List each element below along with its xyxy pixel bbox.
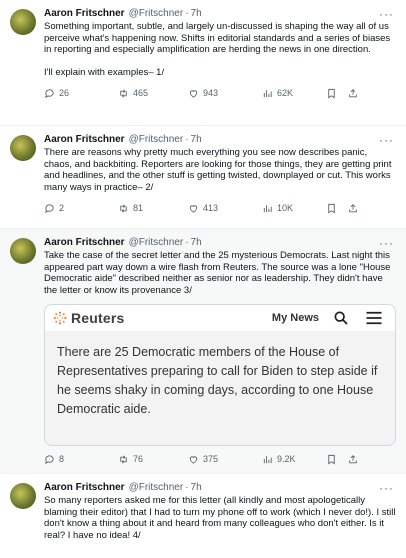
separator-dot: ·: [185, 8, 189, 19]
share-button[interactable]: [348, 88, 362, 99]
reply-count: 26: [59, 88, 70, 99]
timestamp[interactable]: 7h: [191, 8, 202, 20]
views-button[interactable]: 9.2K: [262, 454, 326, 465]
avatar[interactable]: [10, 483, 36, 509]
tweet-text: Something important, subtle, and largely…: [44, 21, 396, 78]
heart-icon: [189, 456, 198, 464]
share-icon: [349, 455, 357, 464]
like-button[interactable]: 413: [188, 203, 262, 214]
reuters-article-excerpt: There are 25 Democratic members of the H…: [57, 345, 378, 417]
tweet-paragraph: Take the case of the secret letter and t…: [44, 250, 391, 296]
tweet-1[interactable]: Aaron Fritschner @Fritschner · 7h ··· So…: [0, 0, 406, 126]
reply-button[interactable]: 26: [44, 88, 118, 99]
reply-button[interactable]: 8: [44, 454, 118, 465]
repost-count: 465: [133, 88, 149, 99]
avatar[interactable]: [10, 238, 36, 264]
bookmark-button[interactable]: [326, 454, 348, 465]
reply-count: 8: [59, 454, 65, 465]
views-chart-icon: [263, 456, 272, 464]
bookmark-button[interactable]: [326, 88, 348, 99]
timestamp[interactable]: 7h: [191, 134, 202, 146]
views-chart-icon: [263, 205, 272, 213]
reply-count: 2: [59, 203, 65, 214]
reply-icon: [45, 89, 54, 99]
bookmark-icon: [328, 203, 335, 214]
tweet-paragraph: Something important, subtle, and largely…: [44, 21, 391, 56]
tweet-paragraph: So many reporters asked me for this lett…: [44, 495, 396, 541]
like-button[interactable]: 943: [188, 88, 262, 99]
view-count: 9.2K: [277, 454, 296, 465]
author-handle[interactable]: @Fritschner: [129, 237, 184, 249]
avatar[interactable]: [10, 135, 36, 161]
separator-dot: ·: [185, 482, 189, 493]
bookmark-icon: [328, 454, 335, 465]
search-icon: [334, 311, 348, 326]
repost-button[interactable]: 76: [118, 454, 188, 465]
author-name[interactable]: Aaron Fritschner: [44, 482, 125, 494]
reply-button[interactable]: 2: [44, 203, 118, 214]
author-name[interactable]: Aaron Fritschner: [44, 134, 125, 146]
views-chart-icon: [263, 90, 272, 98]
repost-count: 76: [133, 454, 144, 465]
share-button[interactable]: [348, 454, 362, 465]
more-options-icon[interactable]: ···: [379, 237, 394, 249]
separator-dot: ·: [185, 237, 189, 248]
share-icon: [349, 89, 357, 98]
heart-icon: [189, 90, 198, 98]
view-count: 10K: [277, 203, 294, 214]
tweet-3[interactable]: Aaron Fritschner @Fritschner · 7h ··· Ta…: [0, 229, 406, 474]
like-button[interactable]: 375: [188, 454, 262, 465]
tweet-4[interactable]: Aaron Fritschner @Fritschner · 7h ··· So…: [0, 474, 406, 558]
share-button[interactable]: [348, 203, 362, 214]
action-bar: 8 76 375 9.2K: [44, 448, 396, 470]
author-name[interactable]: Aaron Fritschner: [44, 8, 125, 20]
repost-icon: [120, 204, 127, 213]
author-handle[interactable]: @Fritschner: [129, 482, 184, 494]
reuters-header: Reuters My News: [45, 305, 395, 332]
action-bar: 26 465 943 62K: [44, 82, 396, 104]
repost-icon: [120, 455, 127, 464]
views-button[interactable]: 62K: [262, 88, 326, 99]
heart-icon: [189, 205, 198, 213]
tweet-2[interactable]: Aaron Fritschner @Fritschner · 7h ··· Th…: [0, 126, 406, 229]
author-handle[interactable]: @Fritschner: [129, 134, 184, 146]
tweet-paragraph: I'll explain with examples– 1/: [44, 66, 165, 78]
timestamp[interactable]: 7h: [191, 237, 202, 249]
bookmark-button[interactable]: [326, 203, 348, 214]
like-count: 943: [203, 88, 219, 99]
tweet-text: Take the case of the secret letter and t…: [44, 250, 396, 296]
more-options-icon[interactable]: ···: [379, 134, 394, 146]
like-count: 375: [203, 454, 219, 465]
author-handle[interactable]: @Fritschner: [129, 8, 184, 20]
repost-button[interactable]: 81: [118, 203, 188, 214]
more-options-icon[interactable]: ···: [379, 8, 394, 20]
menu-icon: [366, 312, 382, 325]
tweet-paragraph: There are reasons why pretty much everyt…: [44, 147, 392, 193]
view-count: 62K: [277, 88, 294, 99]
like-count: 413: [203, 203, 219, 214]
repost-button[interactable]: 465: [118, 88, 188, 99]
tweet-text: There are reasons why pretty much everyt…: [44, 147, 396, 193]
reuters-logo: Reuters: [53, 310, 125, 326]
reply-icon: [45, 455, 54, 465]
timestamp[interactable]: 7h: [191, 482, 202, 494]
repost-icon: [120, 89, 127, 98]
author-name[interactable]: Aaron Fritschner: [44, 237, 125, 249]
avatar[interactable]: [10, 9, 36, 35]
views-button[interactable]: 10K: [262, 203, 326, 214]
bookmark-icon: [328, 88, 335, 99]
reuters-wordmark: Reuters: [71, 310, 125, 327]
my-news-link: My News: [271, 312, 319, 325]
embedded-image-card[interactable]: Reuters My News There are 25 Democratic …: [44, 304, 396, 447]
share-icon: [349, 204, 357, 213]
tweet-text: So many reporters asked me for this lett…: [44, 495, 396, 541]
reply-icon: [45, 204, 54, 214]
repost-count: 81: [133, 203, 144, 214]
separator-dot: ·: [185, 134, 189, 145]
reuters-dots-icon: [53, 312, 67, 325]
more-options-icon[interactable]: ···: [379, 482, 394, 494]
action-bar: 2 81 413 10K: [44, 197, 396, 219]
